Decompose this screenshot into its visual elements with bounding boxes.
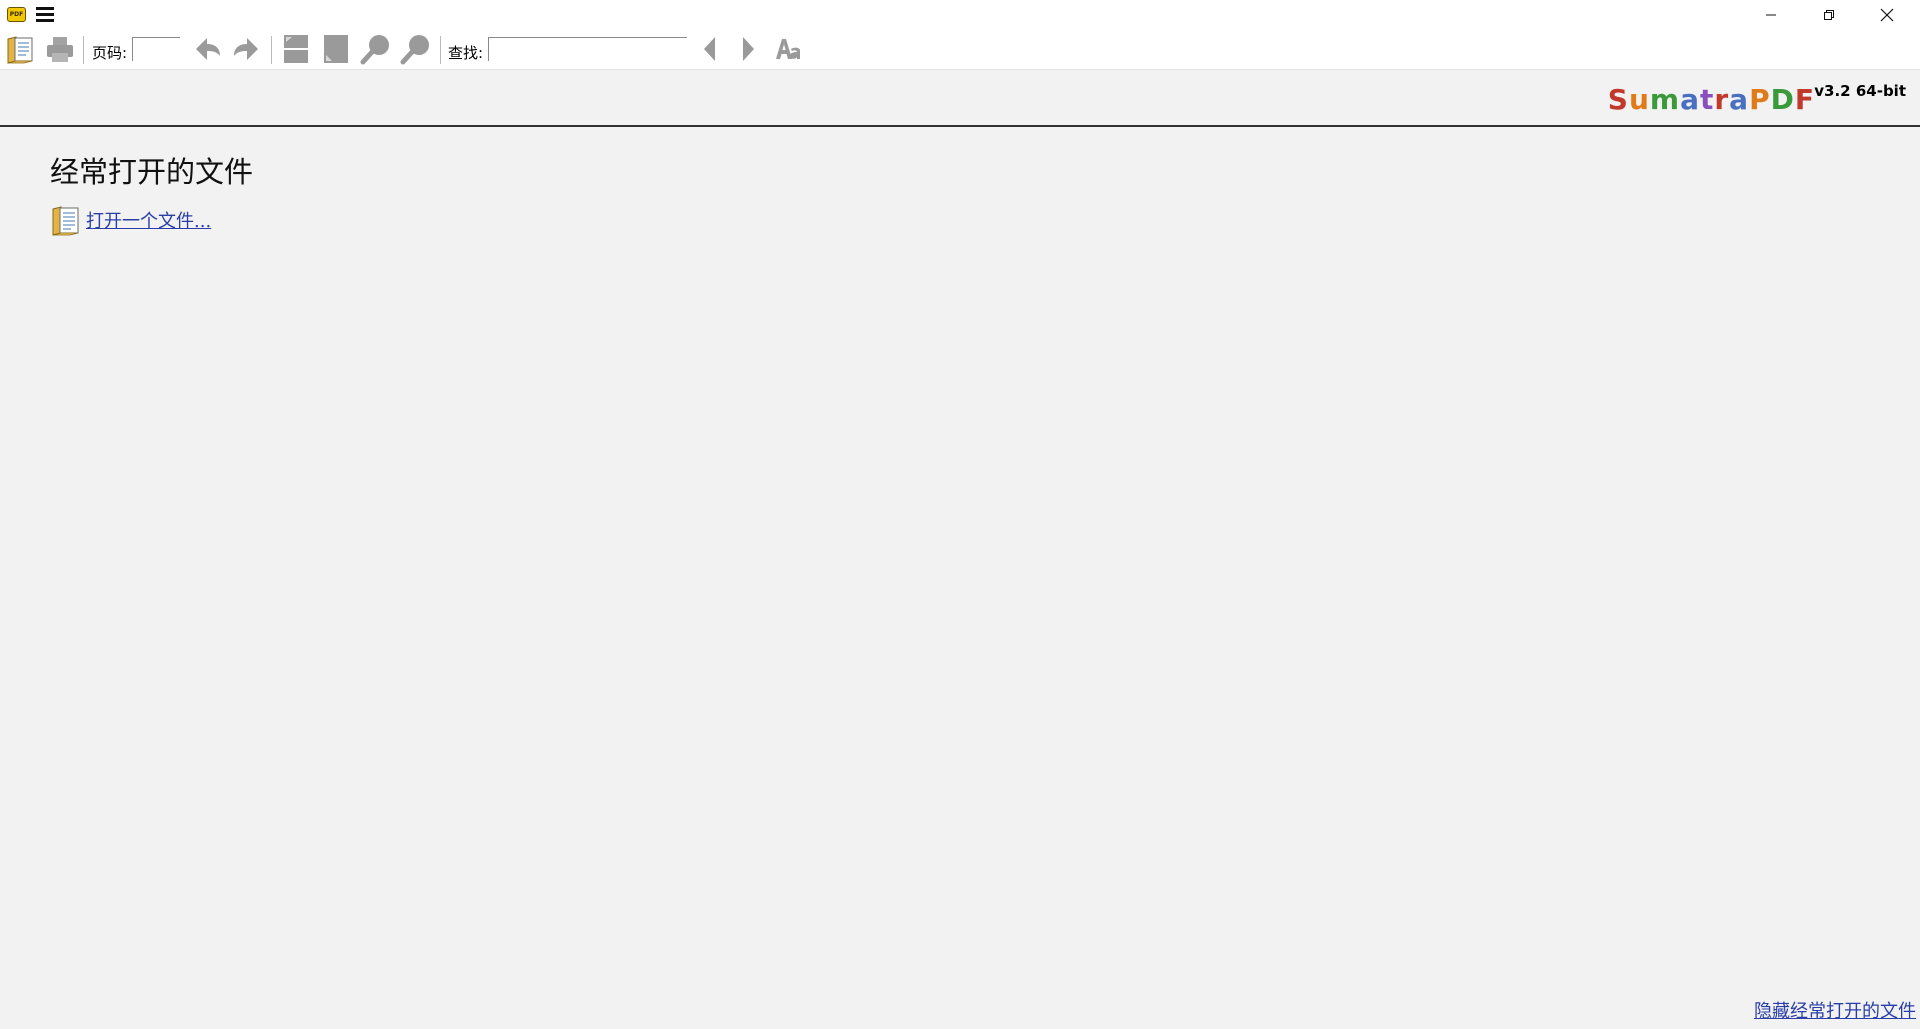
- sumatrapdf-window: PDF 页码: 查找: SumatraPDF v3.2 64-bit 经常打开的…: [0, 0, 1920, 1029]
- toolbar-separator: [440, 36, 441, 64]
- find-next-icon: [743, 37, 754, 61]
- close-button[interactable]: [1858, 0, 1916, 30]
- sumatrapdf-logo: SumatraPDF: [1608, 83, 1815, 116]
- frequently-read-title: 经常打开的文件: [50, 155, 254, 189]
- back-icon: [196, 38, 220, 60]
- page-label: 页码:: [92, 44, 128, 62]
- zoom-in-icon: [400, 35, 429, 65]
- toolbar-separator: [271, 36, 272, 64]
- logo-letter: t: [1699, 83, 1715, 116]
- title-bar: PDF: [0, 0, 1920, 30]
- fit-page-button[interactable]: [279, 32, 313, 66]
- logo-letter: a: [1729, 83, 1750, 116]
- open-button[interactable]: [4, 32, 38, 66]
- find-prev-icon: [704, 37, 715, 61]
- open-file-row: 打开一个文件...: [51, 203, 211, 237]
- logo-letter: D: [1770, 83, 1795, 116]
- fit-page-icon: [284, 35, 308, 63]
- zoom-out-button[interactable]: [359, 32, 393, 66]
- open-folder-icon: [7, 36, 33, 64]
- forward-button[interactable]: [229, 32, 263, 66]
- fit-width-button[interactable]: [319, 32, 353, 66]
- page-number-input[interactable]: [132, 37, 180, 61]
- match-case-button[interactable]: [771, 32, 805, 66]
- zoom-out-icon: [360, 35, 389, 65]
- find-next-button[interactable]: [731, 32, 765, 66]
- app-icon[interactable]: PDF: [7, 7, 26, 22]
- print-icon: [47, 37, 73, 62]
- logo-letter: r: [1714, 83, 1730, 116]
- logo-letter: a: [1680, 83, 1700, 116]
- hide-frequently-read-link[interactable]: 隐藏经常打开的文件: [1754, 997, 1916, 1023]
- logo-letter: P: [1749, 83, 1771, 116]
- toolbar-separator: [83, 36, 84, 64]
- forward-icon: [234, 38, 258, 60]
- find-input[interactable]: [488, 37, 687, 61]
- logo-letter: S: [1607, 83, 1629, 116]
- hamburger-menu-icon[interactable]: [36, 7, 54, 23]
- find-previous-button[interactable]: [693, 32, 727, 66]
- restore-button[interactable]: [1800, 0, 1858, 30]
- header-banner: SumatraPDF v3.2 64-bit: [0, 71, 1920, 127]
- match-case-icon: [776, 39, 800, 59]
- minimize-icon: [1766, 14, 1776, 16]
- fit-width-icon: [324, 35, 348, 63]
- print-button[interactable]: [43, 32, 77, 66]
- close-icon: [1880, 8, 1894, 22]
- restore-icon: [1824, 10, 1834, 20]
- zoom-in-button[interactable]: [399, 32, 433, 66]
- open-file-link[interactable]: 打开一个文件...: [86, 207, 211, 233]
- logo-letter: F: [1794, 83, 1815, 116]
- version-label: v3.2 64-bit: [1814, 82, 1906, 100]
- find-label: 查找:: [448, 44, 484, 62]
- minimize-button[interactable]: [1742, 0, 1800, 30]
- toolbar: 页码: 查找:: [0, 30, 1920, 70]
- open-folder-icon[interactable]: [51, 203, 83, 237]
- logo-letter: u: [1628, 83, 1650, 116]
- logo-letter: m: [1649, 83, 1681, 116]
- back-button[interactable]: [191, 32, 225, 66]
